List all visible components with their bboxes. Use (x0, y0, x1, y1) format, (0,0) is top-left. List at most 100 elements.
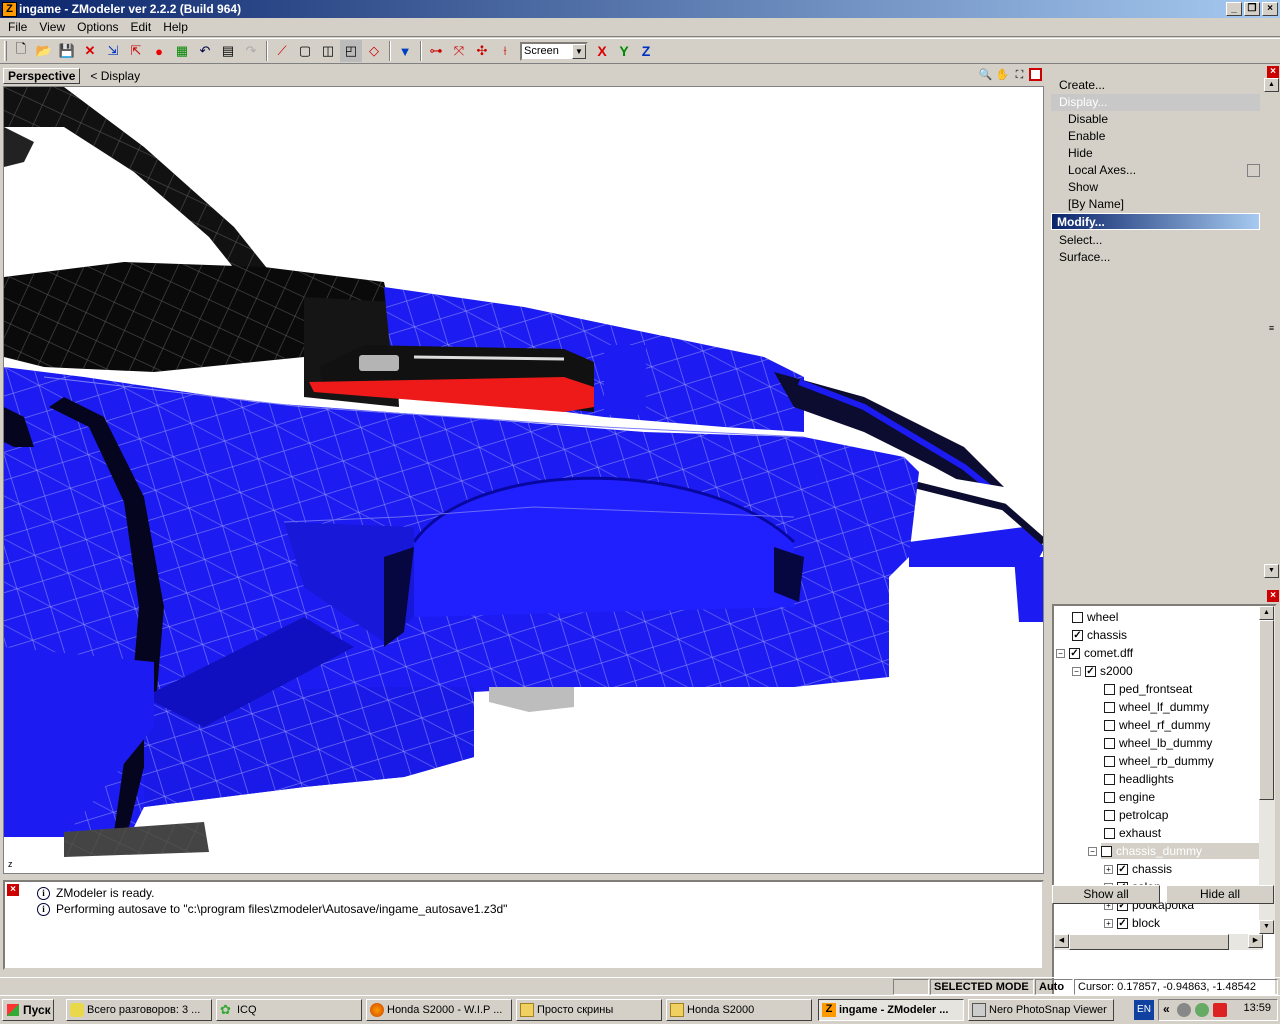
tree-item-chassis-dummy[interactable]: − ✓ chassis_dummy (1088, 842, 1260, 860)
checkbox[interactable]: ✓ (1117, 917, 1128, 929)
log-close-icon[interactable]: × (7, 884, 19, 896)
toolbar-grip[interactable] (4, 41, 7, 61)
checkbox[interactable] (1104, 737, 1115, 749)
local-axes-options-box[interactable] (1247, 164, 1260, 177)
tree-item-chassis[interactable]: ✓ chassis (1072, 626, 1127, 644)
viewport-display-label[interactable]: < Display (90, 69, 140, 83)
viewport-name-button[interactable]: Perspective (3, 67, 81, 84)
checkbox[interactable] (1104, 683, 1115, 695)
command-panel-scrollbar[interactable]: ▲ ≡ ▼ (1264, 78, 1279, 578)
new-file-icon[interactable]: 🗋 (10, 40, 32, 62)
collapse-icon[interactable]: − (1056, 648, 1065, 658)
cmd-local-axes[interactable]: Local Axes... (1051, 162, 1260, 179)
cmd-hide[interactable]: Hide (1051, 145, 1260, 162)
cmd-disable[interactable]: Disable (1051, 111, 1260, 128)
tree-item-wheel-lf-dummy[interactable]: wheel_lf_dummy (1104, 698, 1209, 716)
coordinate-system-select[interactable]: Screen ▼ (520, 41, 588, 61)
scroll-down-icon[interactable]: ▼ (1264, 564, 1279, 578)
tray-expand-icon[interactable]: « (1163, 1002, 1170, 1016)
checkbox[interactable] (1104, 719, 1115, 731)
scroll-up-icon[interactable]: ▲ (1259, 606, 1274, 620)
task-messenger[interactable]: Всего разговоров: 3 ... (66, 999, 212, 1021)
checkbox[interactable]: ✓ (1069, 647, 1080, 659)
start-button[interactable]: Пуск (2, 999, 54, 1021)
scroll-thumb[interactable] (1069, 934, 1229, 950)
open-folder-icon[interactable]: 📂 (33, 40, 55, 62)
task-folder-screens[interactable]: Просто скрины (516, 999, 662, 1021)
checkbox[interactable]: ✓ (1072, 629, 1083, 641)
delete-icon[interactable]: ✕ (79, 40, 101, 62)
cmd-by-name[interactable]: [By Name] (1051, 196, 1260, 213)
scroll-thumb[interactable] (1259, 620, 1274, 800)
command-panel-close-icon[interactable]: × (1267, 66, 1279, 78)
box-mode-icon[interactable]: ▢ (294, 40, 316, 62)
face-mode-icon[interactable]: ◇ (363, 40, 385, 62)
rotate-axes-icon[interactable]: ✣ (471, 40, 493, 62)
zoom-icon[interactable]: 🔍 (978, 68, 993, 83)
show-all-button[interactable]: Show all (1052, 885, 1160, 904)
object-mode-icon[interactable]: ◰ (340, 40, 362, 62)
menu-edit[interactable]: Edit (125, 20, 158, 34)
chevron-down-icon[interactable]: ▼ (572, 43, 586, 59)
pan-hand-icon[interactable]: ✋ (995, 68, 1010, 83)
expand-icon[interactable]: + (1104, 918, 1113, 928)
tree-item-petrolcap[interactable]: petrolcap (1104, 806, 1168, 824)
scroll-up-icon[interactable]: ▲ (1264, 78, 1279, 92)
collapse-icon[interactable]: − (1088, 846, 1097, 856)
cmd-enable[interactable]: Enable (1051, 128, 1260, 145)
checkbox[interactable] (1104, 755, 1115, 767)
perspective-viewport[interactable]: z (3, 86, 1044, 874)
menu-help[interactable]: Help (157, 20, 194, 34)
task-zmodeler[interactable]: Z ingame - ZModeler ... (818, 999, 964, 1021)
tree-item-block[interactable]: + ✓ block (1104, 914, 1160, 932)
tree-item-chassis-child[interactable]: + ✓ chassis (1104, 860, 1172, 878)
axis-z-button[interactable]: Z (635, 40, 657, 62)
language-indicator[interactable]: EN (1134, 1000, 1154, 1020)
scroll-right-icon[interactable]: ▶ (1248, 934, 1263, 948)
scale-axes-icon[interactable]: ⟊ (494, 40, 516, 62)
close-button[interactable]: × (1262, 2, 1278, 16)
checkbox[interactable]: ✓ (1100, 845, 1112, 857)
tree-item-exhaust[interactable]: exhaust (1104, 824, 1161, 842)
tray-app-icon[interactable] (1195, 1003, 1209, 1017)
cube-mode-icon[interactable]: ◫ (317, 40, 339, 62)
material-icon[interactable]: ▼ (394, 40, 416, 62)
tree-item-ped-frontseat[interactable]: ped_frontseat (1104, 680, 1192, 698)
checkbox[interactable] (1072, 611, 1083, 623)
task-nero[interactable]: Nero PhotoSnap Viewer (968, 999, 1114, 1021)
antivirus-icon[interactable] (1213, 1003, 1227, 1017)
task-icq[interactable]: ✿ ICQ (216, 999, 362, 1021)
checkbox[interactable]: ✓ (1117, 863, 1128, 875)
axis-x-button[interactable]: X (591, 40, 613, 62)
scroll-down-icon[interactable]: ▼ (1259, 920, 1274, 934)
network-icon[interactable] (1177, 1003, 1191, 1017)
scroll-thumb-grip[interactable]: ≡ (1264, 92, 1279, 564)
tree-panel-close-icon[interactable]: × (1267, 590, 1279, 602)
tree-item-wheel-lb-dummy[interactable]: wheel_lb_dummy (1104, 734, 1212, 752)
tree-item-wheel-rf-dummy[interactable]: wheel_rf_dummy (1104, 716, 1210, 734)
tree-horizontal-scrollbar[interactable]: ◀ ▶ (1054, 934, 1263, 950)
menu-view[interactable]: View (33, 20, 71, 34)
cmd-show[interactable]: Show (1051, 179, 1260, 196)
maximize-viewport-icon[interactable] (1029, 68, 1044, 83)
task-browser[interactable]: Honda S2000 - W.I.P ... (366, 999, 512, 1021)
cmd-create[interactable]: Create... (1051, 77, 1260, 94)
minimize-button[interactable]: _ (1226, 2, 1242, 16)
import-icon[interactable]: ⇲ (102, 40, 124, 62)
cmd-modify[interactable]: Modify... (1051, 213, 1260, 230)
undo-icon[interactable]: ↶ (194, 40, 216, 62)
scroll-left-icon[interactable]: ◀ (1054, 934, 1069, 948)
cmd-select[interactable]: Select... (1051, 232, 1260, 249)
cmd-surface[interactable]: Surface... (1051, 249, 1260, 266)
zoom-extents-icon[interactable]: ⛶ (1012, 68, 1027, 83)
menu-options[interactable]: Options (71, 20, 124, 34)
restore-button[interactable]: ❐ (1244, 2, 1260, 16)
save-icon[interactable]: 💾 (56, 40, 78, 62)
task-folder-honda[interactable]: Honda S2000 (666, 999, 812, 1021)
tree-item-s2000[interactable]: − ✓ s2000 (1072, 662, 1133, 680)
tree-item-engine[interactable]: engine (1104, 788, 1155, 806)
pivot-icon[interactable]: ⊶ (425, 40, 447, 62)
expand-icon[interactable]: + (1104, 864, 1113, 874)
record-icon[interactable]: ● (148, 40, 170, 62)
checkbox[interactable] (1104, 809, 1115, 821)
